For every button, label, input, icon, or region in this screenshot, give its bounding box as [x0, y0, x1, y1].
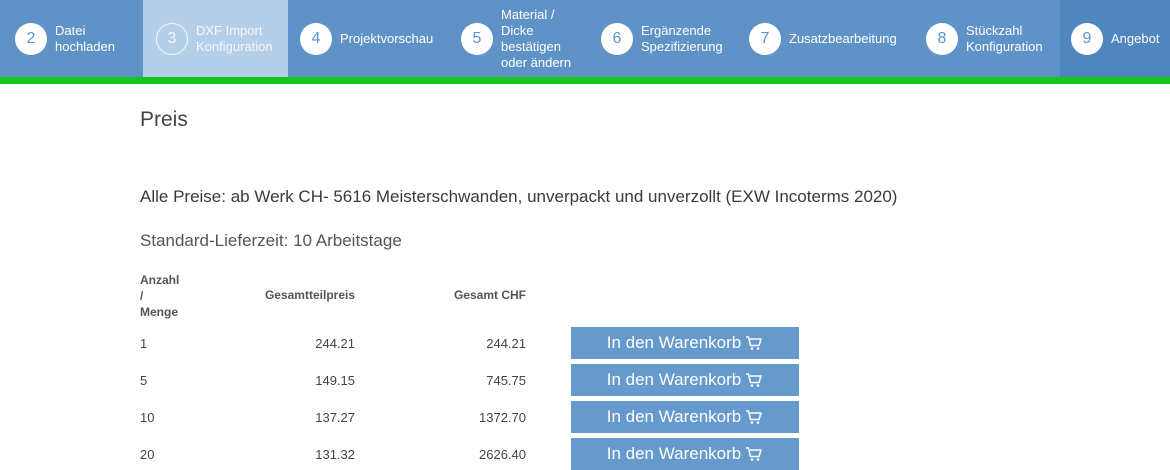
step-label: Zusatzbearbeitung — [789, 30, 897, 46]
step-stueckzahl-konfiguration[interactable]: 8 Stückzahl Konfiguration — [912, 0, 1060, 77]
add-to-cart-label: In den Warenkorb — [606, 407, 742, 426]
add-to-cart-button[interactable]: In den Warenkorb — [571, 438, 799, 470]
row-quantity: 5 — [140, 373, 148, 388]
add-to-cart-button[interactable]: In den Warenkorb — [571, 401, 799, 433]
step-number: 2 — [15, 22, 47, 55]
shopping-cart-icon — [745, 409, 763, 425]
step-number: 3 — [156, 22, 188, 55]
row-total: 244.21 — [486, 336, 526, 351]
header-unit-price: Gesamtteilpreis — [264, 288, 355, 302]
step-ergaenzende-spezifizierung[interactable]: 6 Ergänzende Spezifizierung — [588, 0, 736, 77]
step-datei-hochladen[interactable]: 2 Datei hochladen — [0, 0, 143, 77]
step-label: Ergänzende Spezifizierung — [641, 22, 723, 54]
shopping-cart-icon — [745, 335, 763, 351]
step-number: 8 — [926, 22, 958, 55]
step-number: 5 — [461, 22, 493, 55]
step-label: Stückzahl Konfiguration — [966, 22, 1043, 54]
step-number: 7 — [749, 22, 781, 55]
wizard-steps-bar: 2 Datei hochladen 3 DXF Import Konfigurati… — [0, 0, 1170, 77]
step-label: Datei hochladen — [55, 22, 115, 54]
step-label: DXF Import Konfiguration — [196, 22, 273, 54]
table-row: 10 137.27 1372.70 In den Warenkorb — [140, 401, 840, 433]
page-title: Preis — [140, 108, 188, 131]
row-unit-price: 131.32 — [315, 447, 355, 462]
header-quantity: Anzahl / Menge — [140, 273, 180, 319]
row-unit-price: 149.15 — [315, 373, 355, 388]
shopping-cart-icon — [745, 446, 763, 462]
add-to-cart-label: In den Warenkorb — [606, 333, 742, 352]
step-dxf-import-konfiguration[interactable]: 3 DXF Import Konfiguration — [143, 0, 288, 77]
step-angebot[interactable]: 9 Angebot — [1060, 0, 1170, 77]
row-quantity: 1 — [140, 336, 148, 351]
add-to-cart-label: In den Warenkorb — [606, 444, 742, 463]
row-unit-price: 244.21 — [315, 336, 355, 351]
add-to-cart-button[interactable]: In den Warenkorb — [571, 327, 799, 359]
progress-indicator-bar — [0, 77, 1170, 84]
add-to-cart-label: In den Warenkorb — [606, 370, 742, 389]
step-number: 6 — [601, 22, 633, 55]
row-quantity: 20 — [140, 447, 155, 462]
step-label: Angebot — [1111, 30, 1160, 46]
step-label: Material / Dicke bestätigen oder ändern — [501, 6, 572, 70]
price-terms-heading: Alle Preise: ab Werk CH- 5616 Meistersch… — [140, 187, 898, 206]
step-projektvorschau[interactable]: 4 Projektvorschau — [288, 0, 448, 77]
add-to-cart-button[interactable]: In den Warenkorb — [571, 364, 799, 396]
step-number: 4 — [300, 22, 332, 55]
header-total-chf: Gesamt CHF — [453, 288, 526, 302]
step-zusatzbearbeitung[interactable]: 7 Zusatzbearbeitung — [736, 0, 912, 77]
step-label: Projektvorschau — [340, 30, 434, 46]
step-number: 9 — [1071, 22, 1103, 55]
row-unit-price: 137.27 — [315, 410, 355, 425]
table-row: 1 244.21 244.21 In den Warenkorb — [140, 327, 840, 359]
row-total: 745.75 — [486, 373, 526, 388]
row-total: 1372.70 — [479, 410, 526, 425]
step-material-dicke[interactable]: 5 Material / Dicke bestätigen oder ändern — [448, 0, 588, 77]
lead-time-text: Standard-Lieferzeit: 10 Arbeitstage — [140, 231, 402, 250]
row-total: 2626.40 — [479, 447, 526, 462]
table-row: 20 131.32 2626.40 In den Warenkorb — [140, 438, 840, 470]
table-row: 5 149.15 745.75 In den Warenkorb — [140, 364, 840, 396]
shopping-cart-icon — [745, 372, 763, 388]
row-quantity: 10 — [140, 410, 155, 425]
